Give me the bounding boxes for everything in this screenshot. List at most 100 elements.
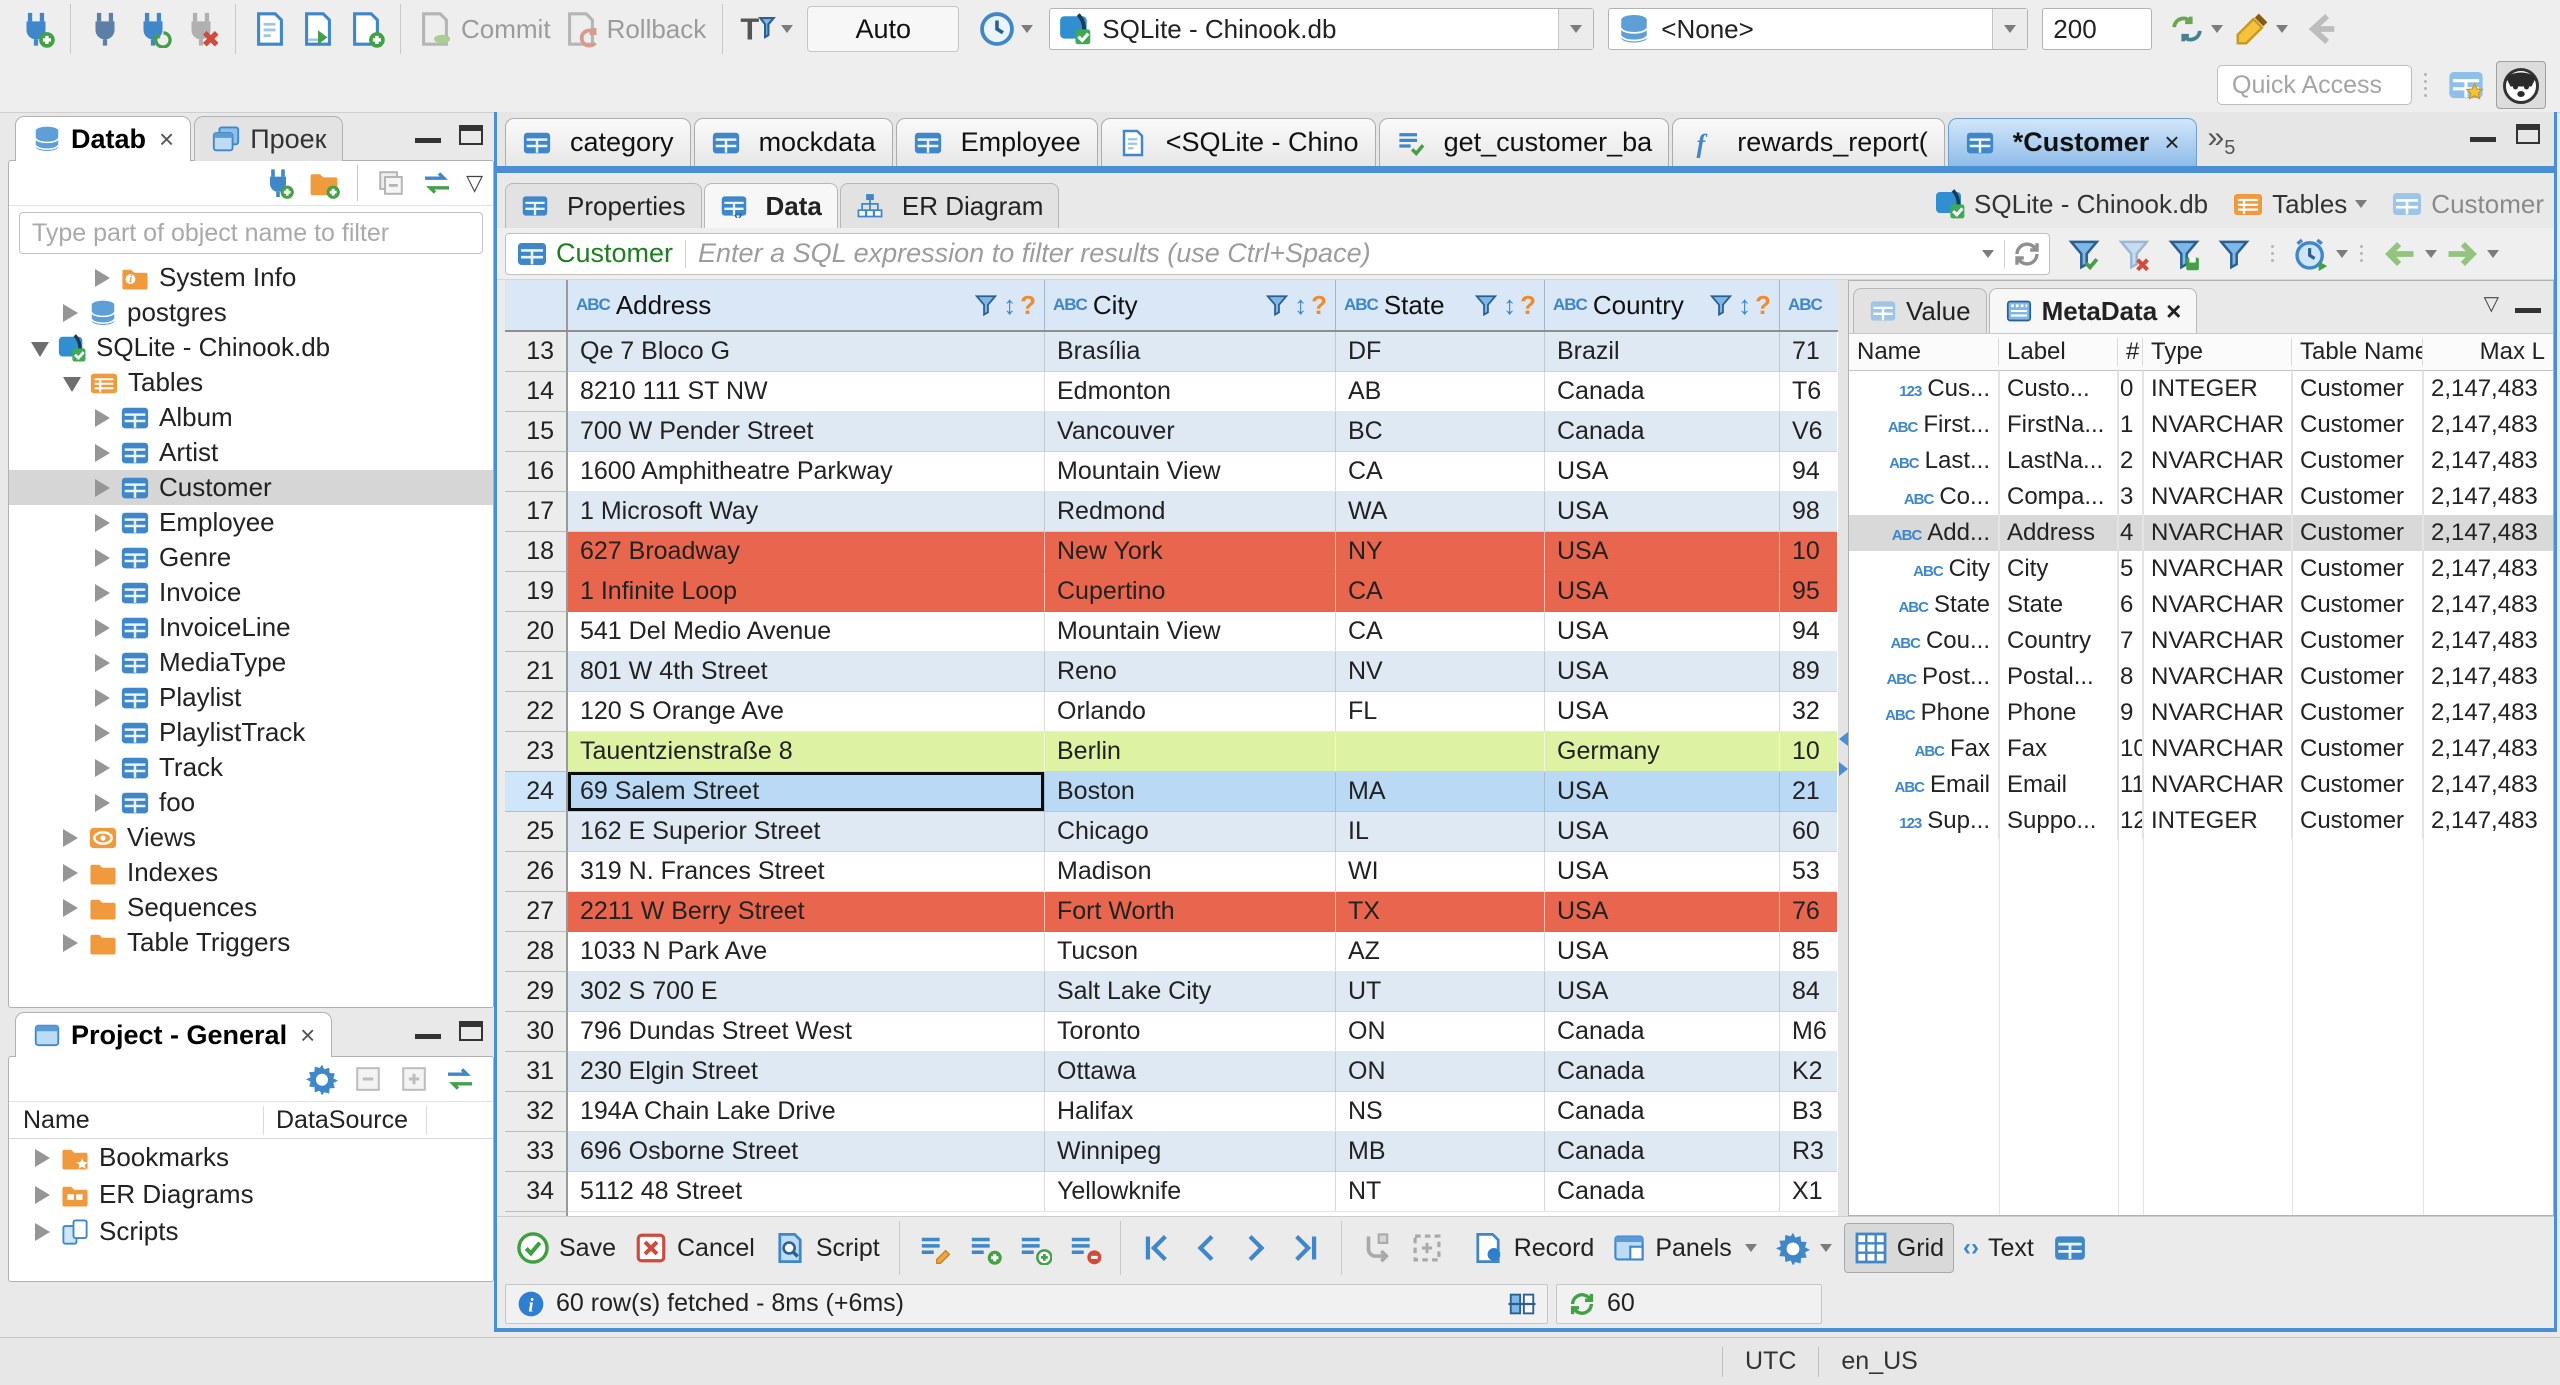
cell-country[interactable]: Canada — [1545, 1052, 1780, 1092]
panel-splitter[interactable] — [1838, 280, 1848, 1216]
cell-city[interactable]: New York — [1045, 532, 1336, 572]
cell-postalcode[interactable]: X1 — [1780, 1172, 1837, 1212]
column-header-clipped[interactable]: ABC — [1780, 280, 1837, 330]
cell-country[interactable]: Canada — [1545, 412, 1780, 452]
splitter-expand-right-icon[interactable] — [1839, 762, 1848, 776]
highlight-dropdown-icon[interactable] — [2276, 25, 2289, 33]
row-number[interactable]: 15 — [505, 412, 568, 452]
panels-button[interactable]: Panels — [1603, 1224, 1765, 1272]
cell-state[interactable]: MB — [1336, 1132, 1545, 1172]
editor-tab-category[interactable]: category — [505, 118, 691, 166]
tree-collapsed-arrow-icon[interactable] — [63, 863, 78, 882]
tree-collapsed-arrow-icon[interactable] — [95, 758, 110, 777]
timer-dropdown-icon[interactable] — [2336, 249, 2348, 258]
last-page-icon[interactable] — [1289, 1231, 1323, 1265]
cell-state[interactable]: ON — [1336, 1052, 1545, 1092]
row-number[interactable]: 31 — [505, 1052, 568, 1092]
tree-collapsed-arrow-icon[interactable] — [35, 1148, 50, 1167]
script-button[interactable]: Script — [764, 1224, 889, 1272]
tree-collapsed-arrow-icon[interactable] — [63, 898, 78, 917]
row-number[interactable]: 33 — [505, 1132, 568, 1172]
cell-city[interactable]: Salt Lake City — [1045, 972, 1336, 1012]
cell-postalcode[interactable]: 85 — [1780, 932, 1837, 972]
cell-postalcode[interactable]: 32 — [1780, 692, 1837, 732]
delete-row-icon[interactable] — [1068, 1231, 1102, 1265]
cell-state[interactable]: DF — [1336, 332, 1545, 372]
schema-combo[interactable]: <None> — [1608, 8, 2029, 50]
cell-address[interactable]: 1033 N Park Ave — [568, 932, 1045, 972]
row-number[interactable]: 17 — [505, 492, 568, 532]
meta-column-max-l[interactable]: Max L — [2423, 338, 2553, 366]
meta-column--[interactable]: # — [2118, 338, 2143, 366]
column-filter-icon[interactable] — [1473, 292, 1499, 318]
tree-item-track[interactable]: Track — [9, 750, 493, 785]
maximize-icon[interactable] — [459, 125, 483, 145]
cell-country[interactable]: USA — [1545, 692, 1780, 732]
link-with-editor-icon[interactable] — [421, 167, 453, 199]
highlight-icon[interactable] — [2233, 10, 2271, 48]
cell-state[interactable]: NS — [1336, 1092, 1545, 1132]
cell-city[interactable]: Reno — [1045, 652, 1336, 692]
tree-collapsed-arrow-icon[interactable] — [63, 828, 78, 847]
auto-refresh-timer-icon[interactable] — [2293, 236, 2329, 272]
new-connection-icon[interactable] — [262, 167, 294, 199]
cell-state[interactable]: CA — [1336, 452, 1545, 492]
cell-city[interactable]: Redmond — [1045, 492, 1336, 532]
cell-state[interactable]: WA — [1336, 492, 1545, 532]
cell-postalcode[interactable]: 94 — [1780, 612, 1837, 652]
meta-row-city[interactable]: ABC City City 5 NVARCHAR Customer 2,147,483 — [1849, 551, 2553, 587]
meta-row-suppo-[interactable]: 123Sup...Suppo...12INTEGERCustomer 2,147,… — [1849, 803, 2553, 839]
column-header-state[interactable]: ABC State ↕? — [1336, 280, 1545, 330]
cell-postalcode[interactable]: 53 — [1780, 852, 1837, 892]
meta-row-postal-[interactable]: ABC Post... Postal... 8 NVARCHAR Customer 2,14… — [1849, 659, 2553, 695]
tree-collapsed-arrow-icon[interactable] — [63, 303, 78, 322]
cell-country[interactable]: USA — [1545, 972, 1780, 1012]
cell-address[interactable]: 1 Microsoft Way — [568, 492, 1045, 532]
row-number[interactable]: 27 — [505, 892, 568, 932]
column-sort-icon[interactable]: ↕ — [1738, 290, 1751, 321]
row-number[interactable]: 18 — [505, 532, 568, 572]
cell-country[interactable]: USA — [1545, 812, 1780, 852]
subtab-data[interactable]: ‹› Data — [703, 183, 838, 228]
editor-tab-employee[interactable]: Employee — [895, 118, 1098, 166]
cell-address[interactable]: 194A Chain Lake Drive — [568, 1092, 1045, 1132]
row-number[interactable]: 16 — [505, 452, 568, 492]
schema-combo-arrow[interactable] — [1992, 9, 2028, 49]
meta-column-name[interactable]: Name — [1849, 338, 1999, 366]
cell-city[interactable]: Mountain View — [1045, 452, 1336, 492]
auto-refresh-icon[interactable] — [2168, 10, 2206, 48]
tree-collapsed-arrow-icon[interactable] — [95, 408, 110, 427]
project-item-bookmarks[interactable]: Bookmarks — [9, 1139, 493, 1176]
connection-combo[interactable]: SQLite - Chinook.db — [1049, 8, 1595, 50]
filter-history-dropdown-icon[interactable] — [1982, 249, 1994, 258]
tree-item-postgres[interactable]: postgres — [9, 295, 493, 330]
value-panel-toggle-icon[interactable] — [2053, 1231, 2087, 1265]
minimize-icon[interactable] — [2515, 299, 2541, 313]
maximize-icon[interactable] — [459, 1021, 483, 1041]
cell-country[interactable]: Canada — [1545, 1172, 1780, 1212]
row-number[interactable]: 21 — [505, 652, 568, 692]
cell-country[interactable]: USA — [1545, 492, 1780, 532]
cell-address[interactable]: 696 Osborne Street — [568, 1132, 1045, 1172]
tree-item-sequences[interactable]: Sequences — [9, 890, 493, 925]
cell-postalcode[interactable]: 95 — [1780, 572, 1837, 612]
cell-state[interactable]: IL — [1336, 812, 1545, 852]
perspective-dbeaver-button[interactable] — [2496, 61, 2546, 109]
grid-settings-dropdown-icon[interactable] — [1819, 1244, 1832, 1252]
meta-column-label[interactable]: Label — [1999, 338, 2118, 366]
cell-city[interactable]: Vancouver — [1045, 412, 1336, 452]
duplicate-row-icon[interactable] — [1018, 1231, 1052, 1265]
row-number[interactable]: 13 — [505, 332, 568, 372]
cell-address[interactable]: Qe 7 Bloco G — [568, 332, 1045, 372]
back-navigation-icon[interactable] — [2302, 10, 2340, 48]
meta-row-lastna-[interactable]: ABC Last... LastNa... 2 NVARCHAR Customer 2,14… — [1849, 443, 2553, 479]
chevron-down-icon[interactable] — [2355, 200, 2368, 208]
cell-country[interactable]: Canada — [1545, 1132, 1780, 1172]
cell-state[interactable]: BC — [1336, 412, 1545, 452]
cell-city[interactable]: Chicago — [1045, 812, 1336, 852]
commit-icon[interactable] — [416, 10, 454, 48]
tree-collapsed-arrow-icon[interactable] — [95, 723, 110, 742]
cell-state[interactable]: FL — [1336, 692, 1545, 732]
cell-postalcode[interactable]: 84 — [1780, 972, 1837, 1012]
cell-city[interactable]: Orlando — [1045, 692, 1336, 732]
